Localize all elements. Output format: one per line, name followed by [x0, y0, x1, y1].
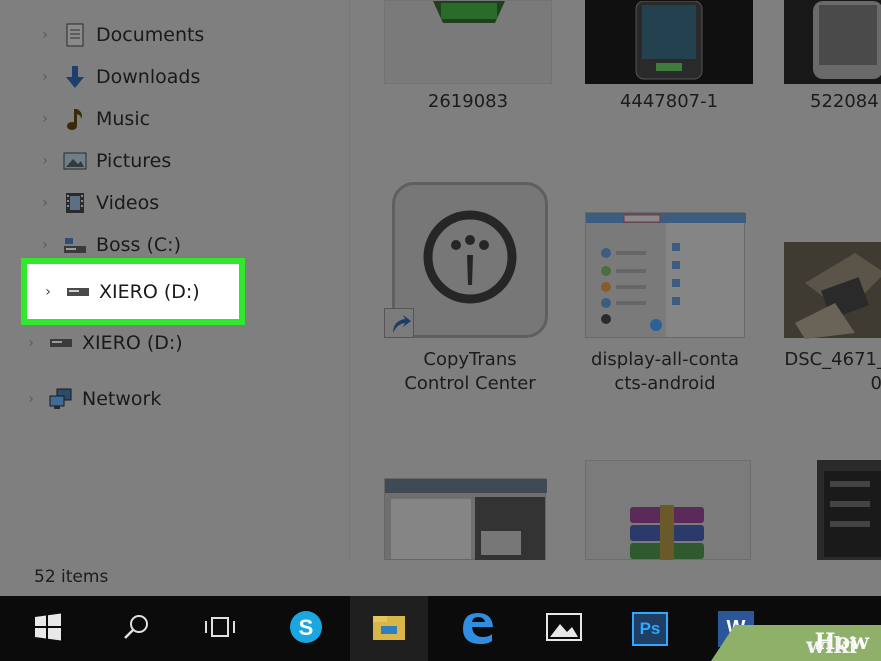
search-button[interactable]	[110, 596, 162, 661]
copytrans-icon	[392, 182, 548, 338]
drive-c-icon	[62, 232, 88, 258]
nav-item-xiero-d-secondary[interactable]: › XIERO (D:)	[20, 325, 183, 361]
nav-item-pictures[interactable]: › Pictures	[34, 143, 171, 179]
nav-item-xiero-d[interactable]: › XIERO (D:)	[37, 274, 200, 310]
file-name: 522084	[810, 91, 879, 112]
chevron-right-icon[interactable]: ›	[34, 195, 56, 211]
svg-text:S: S	[299, 615, 314, 640]
file-name: display-all-conta cts-android	[590, 349, 740, 394]
drive-d-icon	[48, 330, 74, 356]
file-thumbnail	[585, 0, 753, 84]
chevron-right-icon[interactable]: ›	[34, 153, 56, 169]
file-explorer-window: › Documents › Downloads › Music › Pictur…	[0, 0, 881, 596]
nav-label: Pictures	[96, 150, 172, 172]
skype-button[interactable]: S	[278, 596, 334, 661]
file-thumbnail	[585, 460, 751, 561]
start-icon	[33, 612, 63, 646]
file-thumbnail	[585, 212, 746, 338]
skype-icon: S	[287, 608, 325, 650]
edge-button[interactable]	[448, 596, 508, 661]
downloads-icon	[62, 64, 88, 90]
file-thumbnail	[784, 242, 881, 339]
file-thumbnail	[784, 0, 881, 84]
drive-d-icon	[65, 279, 91, 305]
chevron-right-icon[interactable]: ›	[34, 69, 56, 85]
shortcut-arrow-icon	[384, 308, 414, 338]
documents-icon	[62, 22, 88, 48]
chevron-right-icon[interactable]: ›	[37, 284, 59, 300]
music-icon	[62, 106, 88, 132]
pictures-icon	[62, 148, 88, 174]
nav-label: Documents	[96, 24, 205, 46]
file-name: CopyTrans Control Center	[404, 349, 536, 394]
photos-icon	[545, 612, 583, 646]
photoshop-button[interactable]: Ps	[620, 596, 680, 661]
chevron-right-icon[interactable]: ›	[20, 335, 42, 351]
nav-item-music[interactable]: › Music	[34, 101, 150, 137]
highlight-box: › XIERO (D:)	[21, 258, 245, 325]
item-count: 52 items	[34, 567, 109, 587]
nav-item-documents[interactable]: › Documents	[34, 17, 204, 53]
nav-label: XIERO (D:)	[99, 281, 200, 303]
file-explorer-icon	[371, 612, 407, 646]
photoshop-icon: Ps	[632, 611, 668, 646]
nav-item-downloads[interactable]: › Downloads	[34, 59, 200, 95]
nav-label: Downloads	[96, 66, 201, 88]
file-thumbnail	[384, 478, 547, 561]
task-view-button[interactable]	[194, 596, 246, 661]
file-name: 4447807-1	[619, 91, 719, 112]
network-icon	[48, 386, 74, 412]
chevron-right-icon[interactable]: ›	[34, 237, 56, 253]
nav-label: XIERO (D:)	[82, 332, 183, 354]
chevron-right-icon[interactable]: ›	[34, 27, 56, 43]
search-icon	[121, 612, 151, 646]
nav-item-videos[interactable]: › Videos	[34, 185, 159, 221]
file-name: 2619083	[427, 91, 509, 112]
file-explorer-button[interactable]	[350, 596, 428, 661]
edge-icon	[458, 607, 498, 651]
wikihow-watermark: wiki How	[711, 625, 881, 661]
videos-icon	[62, 190, 88, 216]
nav-label: Network	[82, 388, 162, 410]
file-thumbnail	[384, 0, 552, 84]
nav-label: Videos	[96, 192, 160, 214]
file-thumbnail	[817, 460, 881, 560]
photos-button[interactable]	[534, 596, 594, 661]
start-button[interactable]	[22, 596, 74, 661]
nav-label: Boss (C:)	[96, 234, 181, 256]
taskbar: S Ps W wikiHow	[0, 596, 881, 661]
chevron-right-icon[interactable]: ›	[20, 391, 42, 407]
nav-label: Music	[96, 108, 151, 130]
status-bar: 52 items	[0, 560, 881, 596]
pane-divider[interactable]	[349, 0, 350, 560]
chevron-right-icon[interactable]: ›	[34, 111, 56, 127]
file-name: DSC_4671_ 0	[784, 349, 881, 394]
task-view-icon	[203, 614, 237, 644]
nav-item-network[interactable]: › Network	[20, 381, 161, 417]
